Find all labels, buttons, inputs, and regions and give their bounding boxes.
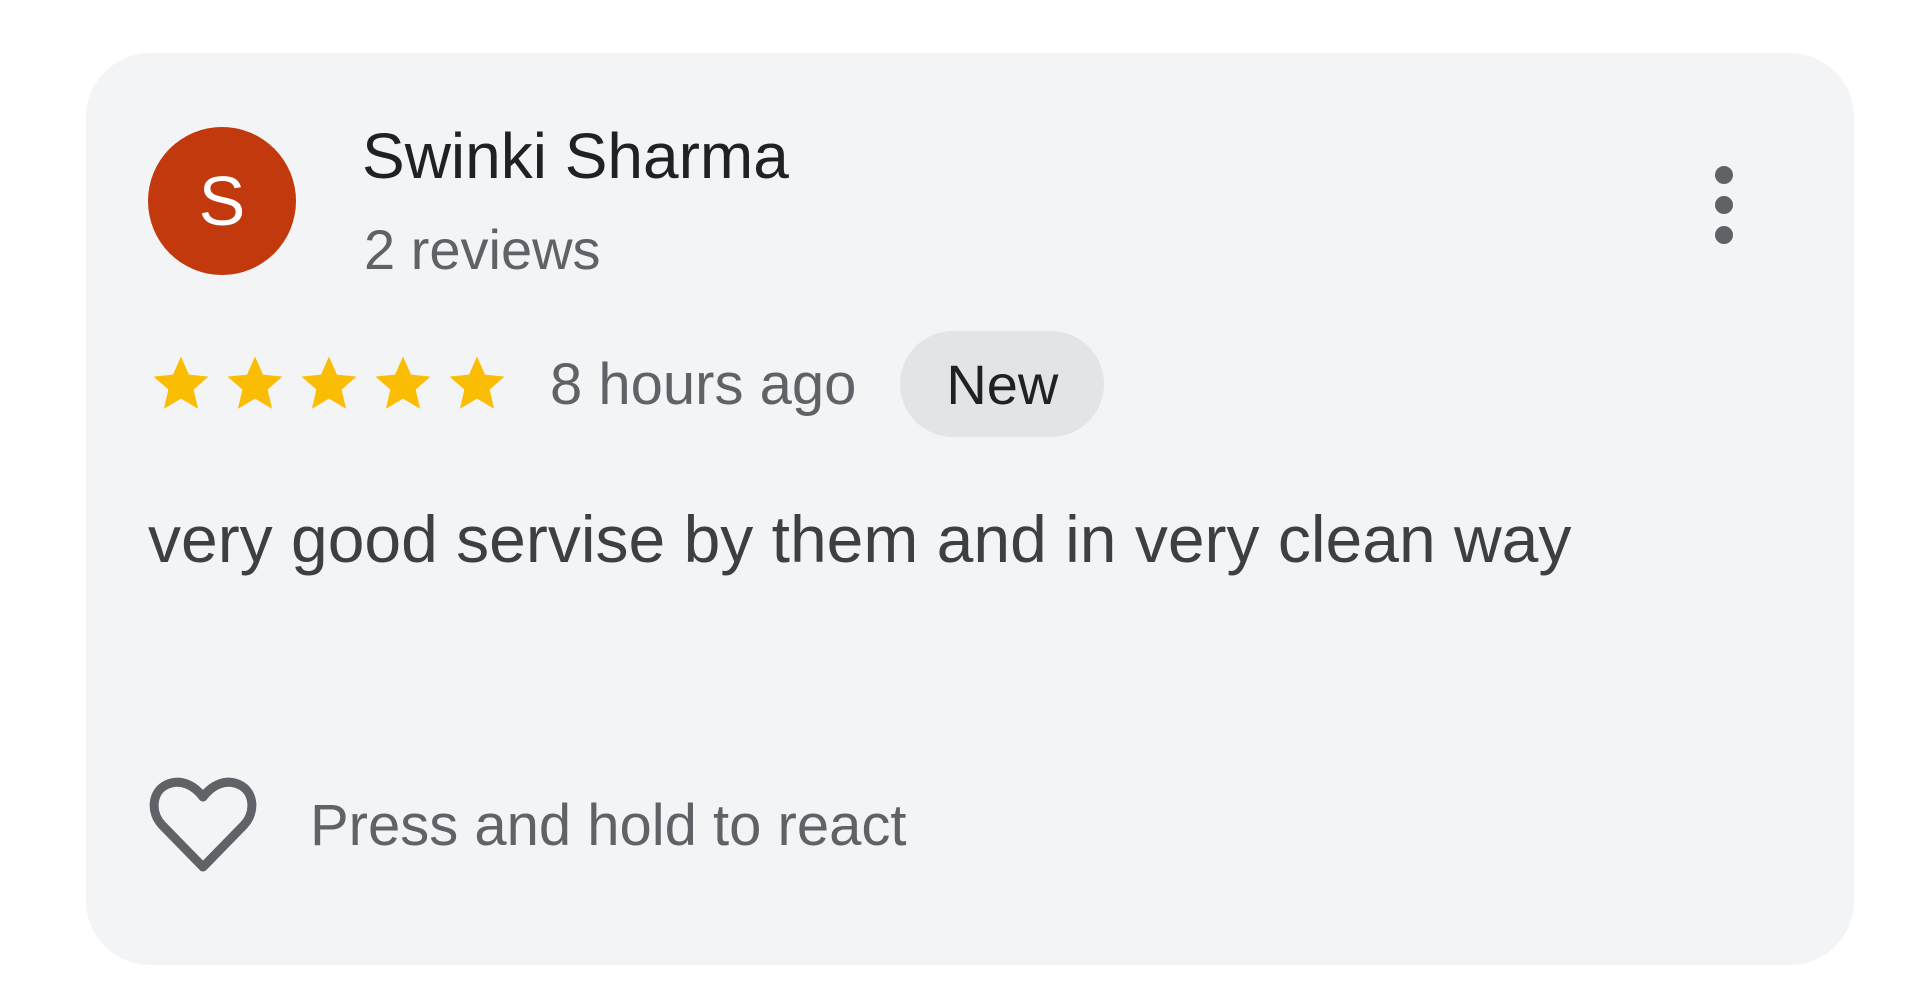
avatar-initial: S (198, 162, 246, 240)
more-vert-icon (1715, 166, 1733, 184)
more-vert-icon-dot (1715, 226, 1733, 244)
review-text: very good servise by them and in very cl… (148, 502, 1572, 576)
star-icon (153, 356, 209, 409)
review-time: 8 hours ago (550, 351, 857, 417)
star-rating (148, 351, 510, 417)
new-badge: New (900, 331, 1105, 437)
avatar[interactable]: S (148, 127, 296, 275)
react-button[interactable]: Press and hold to react (148, 765, 906, 885)
star-icon (375, 356, 431, 409)
react-label: Press and hold to react (310, 792, 907, 858)
more-vert-icon-dot (1715, 196, 1733, 214)
rating-row: 8 hours ago New (148, 329, 1105, 439)
star-icon (227, 356, 283, 409)
heart-outline-icon (149, 777, 257, 872)
review-card: S Swinki Sharma 2 reviews 8 hours ago Ne… (86, 53, 1854, 965)
author-review-count[interactable]: 2 reviews (364, 217, 601, 282)
more-options-button[interactable] (1694, 155, 1754, 255)
star-icon (301, 356, 357, 409)
star-icon (449, 356, 505, 409)
author-name[interactable]: Swinki Sharma (362, 119, 789, 193)
